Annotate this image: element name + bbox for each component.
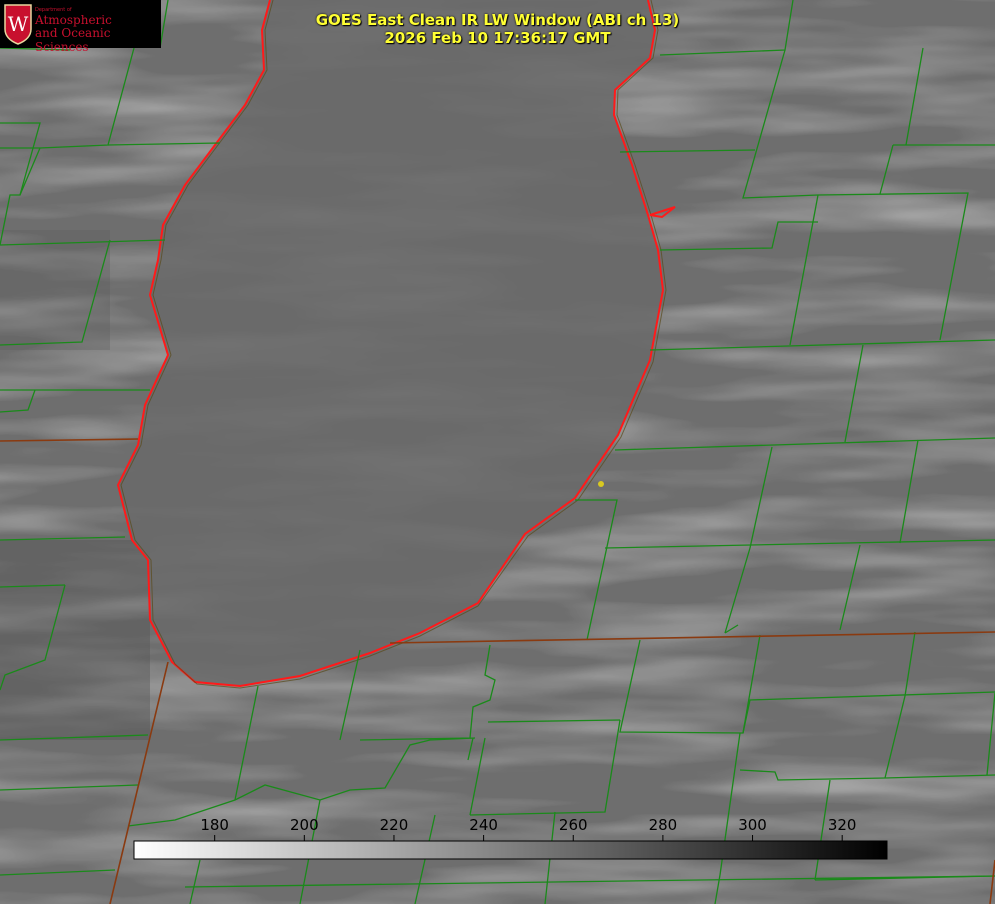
land-shade-west bbox=[0, 540, 150, 740]
colorbar-tick-label: 280 bbox=[649, 816, 678, 834]
uw-crest-icon: W bbox=[4, 4, 32, 45]
colorbar-tick-label: 260 bbox=[559, 816, 588, 834]
colorbar-tick-label: 240 bbox=[469, 816, 498, 834]
land-shade-northwest bbox=[0, 230, 110, 350]
svg-text:W: W bbox=[8, 12, 29, 36]
colorbar-tick-label: 320 bbox=[828, 816, 857, 834]
colorbar-gradient bbox=[133, 840, 888, 860]
satellite-map: 180 200 220 240 260 280 300 320 bbox=[0, 0, 995, 904]
location-marker bbox=[598, 481, 604, 487]
aos-logo: W Department of Atmospheric and Oceanic … bbox=[0, 0, 161, 54]
colorbar-tick-label: 220 bbox=[380, 816, 409, 834]
logo-line2: and Oceanic Sciences bbox=[35, 26, 111, 54]
logo-line1: Atmospheric bbox=[35, 13, 112, 27]
colorbar-tick-label: 180 bbox=[200, 816, 229, 834]
colorbar-tick-label: 200 bbox=[290, 816, 319, 834]
colorbar-tick-label: 300 bbox=[738, 816, 767, 834]
